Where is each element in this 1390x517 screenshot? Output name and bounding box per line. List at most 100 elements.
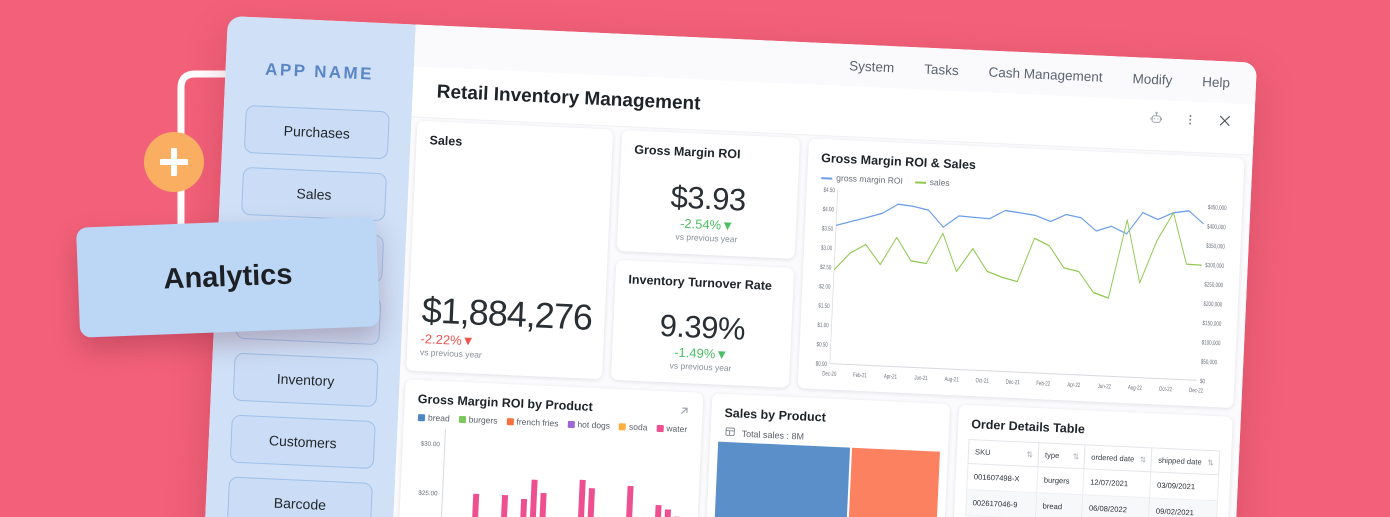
menu-item-cash-management[interactable]: Cash Management bbox=[988, 64, 1103, 84]
menu-item-help[interactable]: Help bbox=[1202, 74, 1230, 90]
kpi-body: $3.93 -2.54%▼ vs previous year bbox=[617, 176, 798, 246]
sort-icon[interactable]: ⇅ bbox=[1207, 458, 1214, 468]
menu-item-system[interactable]: System bbox=[849, 58, 895, 75]
table-title: Order Details Table bbox=[970, 417, 1086, 437]
sort-icon[interactable]: ⇅ bbox=[1140, 455, 1147, 465]
cell-shipped-date: 09/02/2021 bbox=[1148, 498, 1218, 517]
legend-swatch bbox=[458, 416, 466, 424]
svg-text:$1.00: $1.00 bbox=[817, 322, 829, 329]
analytics-label: Analytics bbox=[162, 258, 294, 295]
legend-item-soda: soda bbox=[618, 421, 648, 433]
svg-text:$250,000: $250,000 bbox=[1204, 282, 1223, 290]
treemap-tile-2[interactable] bbox=[845, 447, 940, 517]
sidebar-item-label: Purchases bbox=[283, 122, 351, 142]
plus-icon-vertical bbox=[171, 148, 177, 176]
trend-down-icon: ▼ bbox=[714, 346, 729, 363]
svg-text:Apr-21: Apr-21 bbox=[884, 374, 897, 382]
sort-icon[interactable]: ⇅ bbox=[1073, 452, 1080, 462]
cell-sku: 002617046-9 bbox=[965, 489, 1037, 517]
close-icon[interactable] bbox=[1217, 113, 1233, 129]
column-header-ordered-date[interactable]: ordered date ⇅ bbox=[1084, 444, 1153, 473]
svg-text:$2.50: $2.50 bbox=[820, 264, 832, 271]
svg-text:$3.00: $3.00 bbox=[821, 245, 833, 252]
more-vertical-icon[interactable] bbox=[1183, 112, 1198, 127]
column-header-type[interactable]: type ⇅ bbox=[1037, 442, 1086, 470]
column-header-sku[interactable]: SKU ⇅ bbox=[967, 439, 1040, 468]
svg-text:$2.00: $2.00 bbox=[819, 284, 831, 291]
plus-icon[interactable] bbox=[144, 132, 204, 192]
table: SKU ⇅ type ⇅ ordered date ⇅ shipped date ⇅ 0… bbox=[965, 439, 1220, 517]
legend-label: bread bbox=[427, 412, 450, 424]
kpi-card-sales[interactable]: Sales $1,884,276 -2.22%▼ vs previous yea… bbox=[406, 120, 614, 380]
svg-text:Oct-22: Oct-22 bbox=[1159, 386, 1172, 394]
sort-icon[interactable]: ⇅ bbox=[1026, 450, 1033, 460]
treemap-card[interactable]: Sales by Product Total sales : 8M bbox=[703, 393, 951, 517]
svg-text:Dec-20: Dec-20 bbox=[822, 371, 836, 379]
cell-shipped-date: 03/09/2021 bbox=[1149, 472, 1219, 502]
svg-text:$4.00: $4.00 bbox=[823, 206, 835, 213]
legend-label: soda bbox=[628, 421, 648, 433]
svg-text:Oct-21: Oct-21 bbox=[975, 378, 988, 386]
kpi-card-inventory-turnover-rate[interactable]: Inventory Turnover Rate 9.39% -1.49%▼ vs… bbox=[610, 259, 795, 388]
legend-swatch bbox=[417, 414, 426, 422]
svg-text:Dec-21: Dec-21 bbox=[1005, 379, 1019, 387]
column-label: ordered date bbox=[1091, 452, 1135, 464]
legend-item-sales: sales bbox=[914, 176, 950, 188]
legend-item-burgers: burgers bbox=[458, 414, 498, 426]
column-header-shipped-date[interactable]: shipped date ⇅ bbox=[1151, 447, 1220, 476]
legend-swatch bbox=[914, 181, 926, 184]
legend-label: hot dogs bbox=[577, 419, 611, 431]
analytics-callout-card[interactable]: Analytics bbox=[75, 216, 381, 338]
line-chart-svg: $0.00 $0.50 $1.00 $1.50 $2.00 $2.50 $3.00 $3.50… bbox=[816, 187, 1227, 395]
svg-text:$50,000: $50,000 bbox=[1201, 359, 1218, 367]
svg-text:Feb-21: Feb-21 bbox=[853, 372, 867, 380]
sidebar-item-sales[interactable]: Sales bbox=[240, 166, 388, 222]
treemap-total-label: Total sales : 8M bbox=[741, 428, 805, 442]
column-label: shipped date bbox=[1158, 455, 1202, 467]
svg-text:Aug-22: Aug-22 bbox=[1128, 385, 1142, 393]
legend-label: burgers bbox=[468, 414, 498, 426]
svg-text:$0: $0 bbox=[1200, 378, 1205, 385]
legend-swatch bbox=[656, 425, 664, 433]
menu-item-tasks[interactable]: Tasks bbox=[924, 61, 959, 78]
kpi-card-gross-margin-roi[interactable]: Gross Margin ROI $3.93 -2.54%▼ vs previo… bbox=[616, 130, 801, 259]
sidebar-item-label: Inventory bbox=[276, 370, 335, 390]
svg-text:$30.00: $30.00 bbox=[420, 440, 440, 448]
legend-swatch bbox=[821, 176, 833, 180]
treemap-icon bbox=[724, 426, 736, 439]
svg-text:Apr-22: Apr-22 bbox=[1067, 382, 1080, 390]
order-details-table-card[interactable]: Order Details Table SKU ⇅ type ⇅ ordered d… bbox=[950, 404, 1233, 517]
bar-chart-card[interactable]: Gross Margin ROI by Product bread burger… bbox=[397, 379, 704, 517]
line-chart-card[interactable]: Gross Margin ROI & Sales gross margin RO… bbox=[797, 138, 1245, 409]
svg-text:Dec-22: Dec-22 bbox=[1189, 387, 1203, 395]
robot-icon[interactable] bbox=[1149, 110, 1164, 125]
kpi-delta-value: -1.49% bbox=[673, 344, 716, 362]
legend-label: water bbox=[666, 423, 688, 435]
kpi-title: Gross Margin ROI bbox=[634, 142, 741, 162]
kpi-delta-value: -2.54% bbox=[679, 215, 722, 233]
sidebar-item-purchases[interactable]: Purchases bbox=[243, 104, 390, 160]
svg-text:$450,000: $450,000 bbox=[1208, 205, 1227, 213]
sidebar-item-inventory[interactable]: Inventory bbox=[232, 352, 379, 408]
treemap-tile-1[interactable] bbox=[711, 441, 851, 517]
cell-ordered-date: 06/08/2022 bbox=[1081, 495, 1150, 517]
trend-down-icon: ▼ bbox=[720, 217, 735, 233]
svg-text:$25.00: $25.00 bbox=[418, 490, 438, 498]
kpi-delta-value: -2.22% bbox=[420, 331, 463, 348]
kpi-body: 9.39% -1.49%▼ vs previous year bbox=[611, 306, 792, 376]
sidebar-item-label: Barcode bbox=[273, 494, 327, 513]
expand-arrow-icon[interactable] bbox=[677, 404, 691, 423]
legend-label: french fries bbox=[516, 416, 559, 429]
cell-type: burgers bbox=[1036, 467, 1085, 496]
legend-swatch bbox=[567, 421, 575, 429]
svg-text:Feb-22: Feb-22 bbox=[1036, 380, 1050, 388]
sidebar-item-customers[interactable]: Customers bbox=[229, 414, 376, 470]
trend-down-icon: ▼ bbox=[461, 332, 475, 349]
app-name: APP NAME bbox=[264, 59, 375, 84]
svg-text:Aug-21: Aug-21 bbox=[944, 376, 958, 384]
bar-chart-svg: $20.00$25.00$30.00 bbox=[418, 429, 681, 517]
sidebar-item-barcode[interactable]: Barcode bbox=[226, 476, 373, 517]
menu-item-modify[interactable]: Modify bbox=[1132, 71, 1172, 88]
legend-label: sales bbox=[929, 177, 950, 188]
bar-chart-plot: $20.00$25.00$30.00 bbox=[397, 423, 701, 517]
